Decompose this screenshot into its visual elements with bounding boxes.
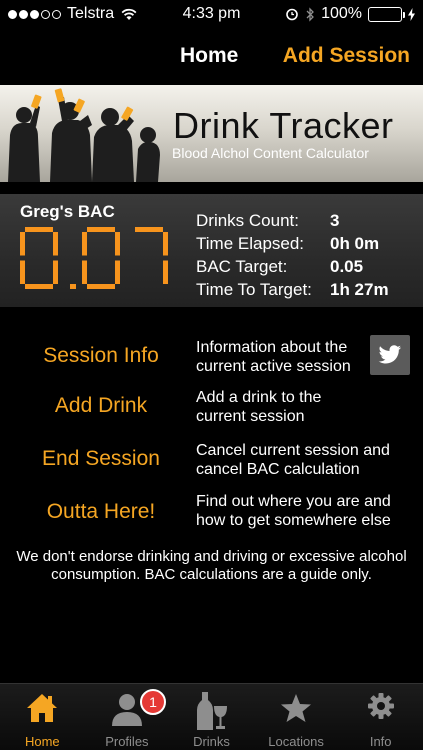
status-bar: Telstra 4:33 pm 100% xyxy=(0,0,423,30)
twitter-button[interactable] xyxy=(370,335,410,375)
stat-row: Time To Target: 1h 27m xyxy=(196,278,389,301)
gear-icon xyxy=(367,693,394,719)
lcd-segment xyxy=(53,260,58,284)
outta-here-button[interactable]: Outta Here! xyxy=(0,500,202,524)
star-icon xyxy=(281,694,312,722)
tab-label: Locations xyxy=(268,734,324,749)
stat-row: Time Elapsed: 0h 0m xyxy=(196,232,389,255)
stat-label: BAC Target: xyxy=(196,257,288,276)
disclaimer-text: We don't endorse drinking and driving or… xyxy=(16,548,407,583)
tab-label: Profiles xyxy=(105,734,149,749)
lcd-segment xyxy=(163,260,168,284)
lcd-segment xyxy=(115,232,120,256)
lcd-segment xyxy=(82,260,87,284)
tab-label: Home xyxy=(24,734,60,749)
people-silhouette-illustration xyxy=(8,88,160,182)
stat-row: Drinks Count: 3 xyxy=(196,209,389,232)
bac-stats: Drinks Count: 3 Time Elapsed: 0h 0m BAC Ta… xyxy=(196,209,389,301)
navigation-bar: Home Add Session xyxy=(0,30,423,85)
menu-row-outta-here: Outta Here! Find out where you are and h… xyxy=(0,492,423,542)
lcd-segment xyxy=(115,260,120,284)
lcd-segment xyxy=(87,284,115,289)
bac-panel: Greg's BAC Drinks Count: 3 Time Elapsed: 0… xyxy=(0,194,423,307)
stat-value: 0.05 xyxy=(330,257,364,276)
tab-bar: Home Profiles Drinks Locations Info xyxy=(0,683,423,750)
lcd-segment xyxy=(87,227,115,232)
lcd-segment xyxy=(25,227,53,232)
menu-row-end-session: End Session Cancel current session and c… xyxy=(0,439,423,489)
outta-here-description: Find out where you are and how to get so… xyxy=(196,493,391,529)
add-drink-description: Add a drink to the current session xyxy=(196,389,322,425)
battery-percent: 100% xyxy=(321,5,362,22)
nav-title: Home xyxy=(180,44,239,67)
stat-value: 1h 27m xyxy=(330,280,389,299)
tab-info[interactable]: Info xyxy=(338,684,423,750)
stat-value: 3 xyxy=(330,211,340,230)
lcd-segment xyxy=(53,232,58,256)
lcd-segment xyxy=(135,227,163,232)
app-subtitle: Blood Alchol Content Calculator xyxy=(172,145,369,161)
session-info-button[interactable]: Session Info xyxy=(0,344,202,368)
alarm-icon xyxy=(286,8,298,21)
stat-value: 0h 0m xyxy=(330,234,380,253)
add-session-button[interactable]: Add Session xyxy=(283,44,410,68)
bac-value-display xyxy=(20,227,168,289)
lcd-segment xyxy=(20,232,25,256)
status-right: 100% xyxy=(285,5,415,23)
person-icon xyxy=(111,694,142,726)
lcd-segment xyxy=(82,232,87,256)
add-drink-button[interactable]: Add Drink xyxy=(0,394,202,418)
lcd-segment xyxy=(20,260,25,284)
end-session-button[interactable]: End Session xyxy=(0,447,202,471)
battery-icon xyxy=(368,6,405,22)
bluetooth-icon xyxy=(306,6,314,22)
tab-drinks[interactable]: Drinks xyxy=(169,684,254,750)
bottle-glass-icon xyxy=(197,692,228,730)
menu-row-session-info: Session Info Information about the curre… xyxy=(0,336,423,386)
tab-locations[interactable]: Locations xyxy=(254,684,339,750)
house-icon xyxy=(27,694,58,722)
divider xyxy=(0,182,423,194)
end-session-description: Cancel current session and cancel BAC ca… xyxy=(196,442,390,478)
tab-home[interactable]: Home xyxy=(0,684,85,750)
stat-label: Time To Target: xyxy=(196,280,312,299)
tab-label: Info xyxy=(369,734,392,749)
profiles-notification-badge: 1 xyxy=(140,689,166,715)
menu-row-add-drink: Add Drink Add a drink to the current ses… xyxy=(0,386,423,436)
lcd-decimal-point xyxy=(70,284,76,289)
lcd-segment xyxy=(25,284,53,289)
bac-label: Greg's BAC xyxy=(20,202,115,221)
session-info-description: Information about the current active ses… xyxy=(196,339,351,375)
tab-label: Drinks xyxy=(193,734,230,749)
twitter-icon xyxy=(378,345,402,364)
stat-row: BAC Target: 0.05 xyxy=(196,255,389,278)
charging-icon xyxy=(408,7,415,21)
lcd-segment xyxy=(163,232,168,256)
stat-label: Drinks Count: xyxy=(196,211,299,230)
app-title: Drink Tracker xyxy=(173,105,394,146)
app-banner: Drink Tracker Blood Alchol Content Calcu… xyxy=(0,85,423,182)
stat-label: Time Elapsed: xyxy=(196,234,305,253)
